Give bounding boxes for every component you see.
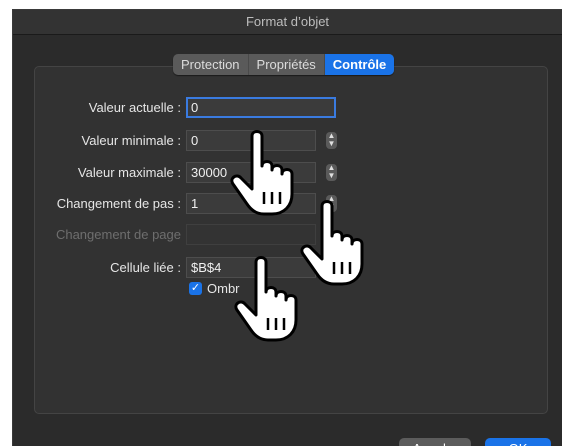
pointer-hand-icon bbox=[234, 256, 298, 342]
tab-control[interactable]: Contrôle bbox=[324, 54, 395, 75]
step-change-label: Changement de pas : bbox=[56, 196, 181, 211]
tab-properties[interactable]: Propriétés bbox=[249, 54, 325, 75]
max-value-stepper[interactable]: ▲ ▼ bbox=[326, 164, 337, 181]
stepper-icon: ▲▼ bbox=[327, 163, 336, 180]
tab-bar: Protection Propriétés Contrôle bbox=[173, 54, 395, 75]
window-title: Format d’objet bbox=[13, 10, 562, 35]
page-change-label: Changement de page bbox=[55, 227, 181, 242]
ok-button[interactable]: OK bbox=[485, 438, 551, 446]
current-value-input[interactable]: 0 bbox=[186, 97, 336, 118]
cancel-button[interactable]: Annuler bbox=[399, 438, 471, 446]
pointer-hand-icon bbox=[230, 130, 294, 216]
linked-cell-label: Cellule liée : bbox=[110, 260, 181, 275]
format-object-dialog: Format d’objet Protection Propriétés Con… bbox=[12, 9, 562, 446]
checkmark-icon: ✓ bbox=[190, 282, 201, 294]
tab-protection[interactable]: Protection bbox=[173, 54, 249, 75]
min-value-label: Valeur minimale : bbox=[81, 133, 181, 148]
min-value-stepper[interactable]: ▲ ▼ bbox=[326, 132, 337, 149]
stepper-icon: ▲▼ bbox=[327, 131, 336, 148]
page-change-input bbox=[186, 224, 316, 245]
current-value-label: Valeur actuelle : bbox=[88, 100, 181, 115]
shading-checkbox[interactable]: ✓ bbox=[189, 282, 202, 295]
max-value-label: Valeur maximale : bbox=[77, 165, 181, 180]
